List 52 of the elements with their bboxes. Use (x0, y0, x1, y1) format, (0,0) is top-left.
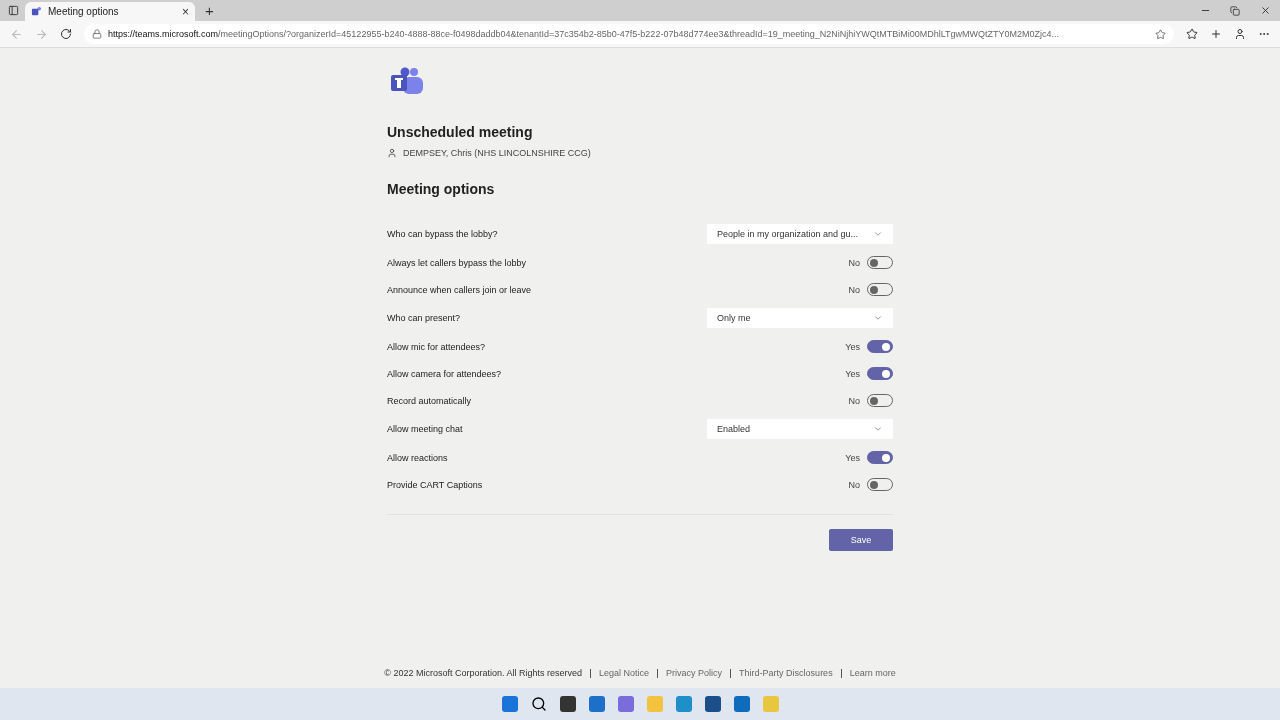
toggle-value: No (848, 479, 860, 490)
footer-link[interactable]: Third-Party Disclosures (739, 668, 833, 678)
person-icon (387, 148, 397, 158)
profile-icon[interactable] (1234, 28, 1246, 40)
option-label: Provide CART Captions (387, 479, 483, 490)
url-text: https://teams.microsoft.com/meetingOptions/?organizerId=45122955-b240-4888-88ce-f0498daddb04&tenantId=37c354b2-85b0-47f5-b222-07b48d774ee3&threadId=19_meeting_N2NiNjhiYWQtMTBiMi00MDhlLTgwMWQtZTY0M2M0Zjc4... (108, 29, 1060, 39)
new-tab-button[interactable]: + (205, 0, 214, 21)
chevron-down-icon (873, 229, 883, 239)
organizer-name: DEMPSEY, Chris (NHS LINCOLNSHIRE CCG) (403, 148, 591, 158)
toggle-switch[interactable] (867, 451, 893, 464)
toggle-value: No (848, 257, 860, 268)
taskbar-app-icon[interactable] (733, 696, 750, 712)
option-dropdown[interactable]: Only me (707, 308, 893, 328)
option-label: Announce when callers join or leave (387, 284, 532, 295)
option-label: Who can bypass the lobby? (387, 229, 498, 239)
refresh-icon[interactable] (60, 28, 72, 40)
option-dropdown[interactable]: Enabled (707, 419, 893, 439)
footer-link[interactable]: Learn more (849, 668, 896, 678)
toggle-value: No (848, 395, 860, 406)
favorite-star-icon[interactable] (1155, 28, 1166, 40)
section-title: Meeting options (387, 181, 496, 197)
toggle-switch[interactable] (867, 340, 893, 353)
option-label: Allow meeting chat (387, 424, 463, 434)
chevron-down-icon (873, 313, 883, 323)
footer-link[interactable]: Legal Notice (599, 668, 650, 678)
browser-tab[interactable]: Meeting options × (25, 2, 195, 21)
taskbar-app-icon[interactable] (559, 696, 576, 712)
chevron-down-icon (873, 424, 883, 434)
option-label: Always let callers bypass the lobby (387, 257, 527, 268)
toggle-value: No (848, 284, 860, 295)
search-icon[interactable] (530, 696, 547, 712)
toggle-switch[interactable] (867, 367, 893, 380)
lock-icon (92, 29, 102, 39)
tab-close-button[interactable]: × (182, 4, 189, 19)
footer-link[interactable]: Privacy Policy (666, 668, 723, 678)
option-dropdown[interactable]: People in my organization and gu... (707, 224, 893, 244)
teams-logo-icon (31, 6, 42, 17)
option-label: Who can present? (387, 313, 461, 323)
favorites-icon[interactable] (1186, 28, 1198, 40)
toggle-value: Yes (845, 368, 860, 379)
option-label: Allow reactions (387, 452, 448, 463)
option-label: Allow mic for attendees? (387, 341, 486, 352)
meeting-title: Unscheduled meeting (387, 124, 534, 140)
address-field[interactable] (84, 24, 1174, 44)
option-label: Allow camera for attendees? (387, 368, 502, 379)
option-label: Record automatically (387, 395, 472, 406)
toggle-value: Yes (845, 341, 860, 352)
save-button[interactable]: Save (829, 529, 893, 551)
toggle-value: Yes (845, 452, 860, 463)
copyright-text: © 2022 Microsoft Corporation. All Rights reserved (384, 668, 583, 678)
taskbar-app-icon[interactable] (704, 696, 721, 712)
tab-title: Meeting options (48, 6, 120, 17)
